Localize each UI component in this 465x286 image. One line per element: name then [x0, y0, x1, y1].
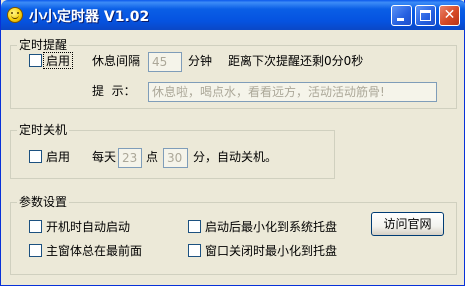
- hour-unit: 点: [146, 150, 159, 164]
- minimize-on-close-checkbox[interactable]: [188, 244, 201, 257]
- shutdown-group-title: 定时关机: [17, 123, 70, 137]
- interval-input[interactable]: 45: [148, 52, 182, 72]
- tip-input[interactable]: 休息啦，喝点水，看看远方，活动活动筋骨!: [148, 82, 437, 102]
- always-on-top-label[interactable]: 主窗体总在最前面: [46, 244, 142, 258]
- shutdown-enable-label[interactable]: 启用: [46, 150, 70, 164]
- window-title: 小小定时器 V1.02: [29, 9, 150, 25]
- minute-suffix: 分，自动关机。: [193, 150, 278, 164]
- reminder-enable-checkbox[interactable]: [29, 54, 42, 67]
- smiley-app-icon: [7, 7, 23, 23]
- visit-website-button[interactable]: 访问官网: [371, 212, 444, 236]
- interval-label: 休息间隔: [92, 54, 141, 68]
- minute-input[interactable]: 30: [163, 148, 188, 168]
- always-on-top-checkbox[interactable]: [29, 244, 42, 257]
- maximize-icon: [420, 10, 431, 21]
- hour-input[interactable]: 23: [118, 148, 142, 168]
- title-bar[interactable]: 小小定时器 V1.02 ✕: [1, 0, 465, 30]
- maximize-button[interactable]: [415, 5, 436, 26]
- tip-label: 提 示：: [92, 84, 136, 98]
- countdown-text: 距离下次提醒还剩0分0秒: [228, 54, 364, 68]
- settings-group-title: 参数设置: [17, 195, 70, 209]
- close-icon: ✕: [443, 7, 456, 23]
- minimize-button[interactable]: [391, 5, 412, 26]
- app-window: 小小定时器 V1.02 ✕ 定时提醒 启用 休息间隔 45 分钟 距离下次提醒还…: [0, 0, 465, 286]
- minimize-on-start-checkbox[interactable]: [188, 220, 201, 233]
- reminder-enable-label[interactable]: 启用: [46, 54, 70, 68]
- close-button[interactable]: ✕: [439, 5, 460, 26]
- minimize-on-start-label[interactable]: 启动后最小化到系统托盘: [205, 220, 337, 234]
- autostart-checkbox[interactable]: [29, 220, 42, 233]
- autostart-label[interactable]: 开机时自动启动: [46, 220, 130, 234]
- minimize-icon: [397, 18, 404, 21]
- shutdown-enable-checkbox[interactable]: [29, 150, 42, 163]
- daily-label: 每天: [92, 150, 117, 164]
- interval-unit: 分钟: [188, 54, 213, 68]
- minimize-on-close-label[interactable]: 窗口关闭时最小化到托盘: [205, 244, 337, 258]
- reminder-group-title: 定时提醒: [17, 38, 70, 52]
